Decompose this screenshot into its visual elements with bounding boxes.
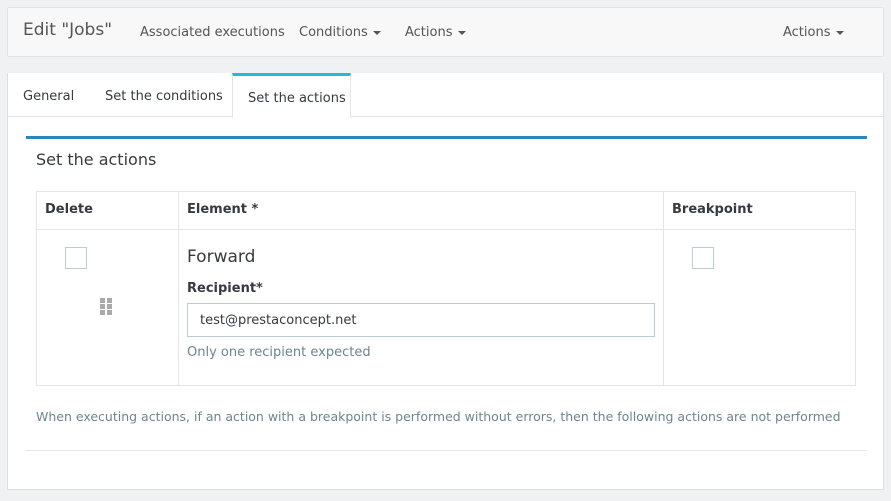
caret-down-icon bbox=[372, 30, 381, 35]
tab-set-actions-label: Set the actions bbox=[248, 91, 346, 106]
actions-right-dropdown-label: Actions bbox=[783, 25, 831, 40]
actions-dropdown[interactable]: Actions bbox=[405, 25, 466, 40]
tab-general-label: General bbox=[23, 89, 75, 104]
column-header-element: Element * bbox=[178, 191, 664, 230]
edit-panel: General Set the conditions Set the actio… bbox=[7, 73, 885, 490]
actions-right-dropdown[interactable]: Actions bbox=[783, 25, 844, 40]
delete-checkbox[interactable] bbox=[65, 247, 87, 269]
tab-general[interactable]: General bbox=[23, 73, 74, 117]
element-cell: Forward Recipient* Only one recipient ex… bbox=[178, 229, 664, 386]
breakpoint-checkbox[interactable] bbox=[692, 247, 714, 269]
tab-set-conditions-label: Set the conditions bbox=[105, 89, 223, 104]
element-name: Forward bbox=[187, 247, 256, 267]
recipient-help-text: Only one recipient expected bbox=[187, 345, 371, 360]
breakpoint-cell bbox=[663, 229, 856, 386]
breakpoint-note: When executing actions, if an action wit… bbox=[36, 409, 841, 424]
table-row: Forward Recipient* Only one recipient ex… bbox=[36, 229, 856, 386]
actions-dropdown-label: Actions bbox=[405, 25, 453, 40]
caret-down-icon bbox=[457, 30, 466, 35]
caret-down-icon bbox=[835, 30, 844, 35]
page-title: Edit "Jobs" bbox=[23, 20, 113, 40]
conditions-dropdown[interactable]: Conditions bbox=[299, 25, 381, 40]
tab-set-conditions[interactable]: Set the conditions bbox=[105, 73, 223, 117]
associated-executions-link[interactable]: Associated executions bbox=[140, 25, 285, 40]
tab-set-actions[interactable]: Set the actions bbox=[232, 73, 351, 118]
associated-executions-label: Associated executions bbox=[140, 25, 285, 40]
tab-bar: General Set the conditions Set the actio… bbox=[8, 73, 885, 118]
actions-table: Delete Element * Breakpoint Forward Reci… bbox=[36, 191, 856, 386]
toolbar: Edit "Jobs" Associated executions Condit… bbox=[7, 7, 884, 57]
conditions-dropdown-label: Conditions bbox=[299, 25, 368, 40]
recipient-input[interactable] bbox=[187, 303, 655, 337]
drag-handle-icon[interactable] bbox=[100, 298, 114, 316]
column-header-breakpoint: Breakpoint bbox=[663, 191, 856, 230]
actions-section: Set the actions Delete Element * Breakpo… bbox=[26, 136, 867, 451]
column-header-delete: Delete bbox=[36, 191, 179, 230]
section-title: Set the actions bbox=[36, 150, 157, 169]
delete-cell bbox=[36, 229, 179, 386]
recipient-label: Recipient* bbox=[187, 281, 263, 296]
